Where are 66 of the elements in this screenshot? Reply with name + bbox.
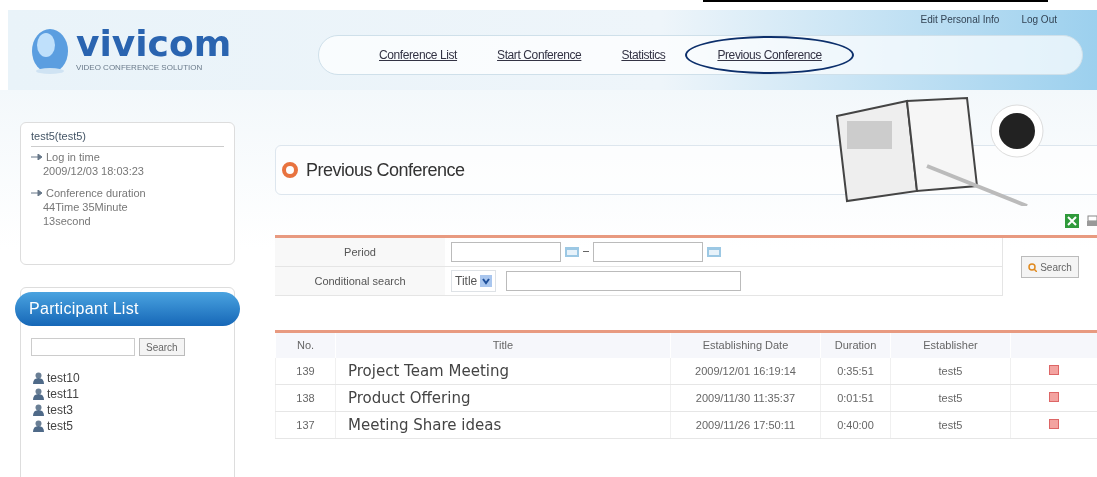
table-cell: test5 <box>890 384 1011 412</box>
logo: vivicom <box>76 26 232 62</box>
table-cell: Meeting Share ideas <box>335 411 671 439</box>
participant-name[interactable]: test10 <box>47 369 80 387</box>
table-cell: test5 <box>890 357 1011 385</box>
nav-link[interactable]: Start Conference <box>477 42 602 68</box>
user-icon <box>33 420 44 432</box>
table-cell: Project Team Meeting <box>335 357 671 385</box>
participant-name[interactable]: test11 <box>47 385 79 403</box>
delete-icon[interactable] <box>1049 418 1059 429</box>
info-label: Log in time <box>46 150 100 164</box>
search-button[interactable]: Search <box>139 338 185 356</box>
search-button[interactable]: Search <box>1021 256 1079 278</box>
field-label: Conditional search <box>275 267 445 296</box>
delete-icon[interactable] <box>1049 364 1059 375</box>
table-cell: 139 <box>275 357 336 385</box>
table-cell: 2009/11/26 17:50:11 <box>670 411 821 439</box>
table-cell: Product Offering <box>335 384 671 412</box>
column-header: Duration <box>820 331 891 358</box>
field-label: Period <box>275 238 445 267</box>
table-cell: 137 <box>275 411 336 439</box>
calendar-icon[interactable] <box>565 247 579 257</box>
top-link[interactable]: Log Out <box>1021 12 1057 27</box>
table-cell: 0:35:51 <box>820 357 891 385</box>
calendar-icon[interactable] <box>707 247 721 257</box>
date-field[interactable] <box>451 242 561 262</box>
top-link[interactable]: Edit Personal Info <box>920 12 1000 27</box>
printer-icon[interactable] <box>1087 214 1097 228</box>
column-header: No. <box>275 331 336 358</box>
table-cell: 2009/12/01 16:19:14 <box>670 357 821 385</box>
table-cell: 0:40:00 <box>820 411 891 439</box>
user-icon <box>33 372 44 384</box>
search-field[interactable] <box>506 271 742 291</box>
tagline: VIDEO CONFERENCE SOLUTION <box>76 62 204 74</box>
nav-link[interactable]: Statistics <box>601 42 686 68</box>
user-name: test5(test5) <box>31 129 224 147</box>
delete-icon[interactable] <box>1049 391 1059 402</box>
arrow-icon <box>31 190 43 196</box>
search-icon <box>1028 262 1038 272</box>
info-label: Conference duration <box>46 186 146 200</box>
table-cell: 138 <box>275 384 336 412</box>
column-header: Establisher <box>890 331 1011 358</box>
column-header: Title <box>335 331 671 358</box>
select-value: Title <box>455 273 478 290</box>
date-field[interactable] <box>593 242 703 262</box>
bullet-icon <box>282 162 298 178</box>
info-value: 2009/12/03 18:03:23 <box>42 164 145 178</box>
nav-link[interactable]: Conference List <box>359 42 478 68</box>
nav-link[interactable]: Previous Conference <box>685 36 854 74</box>
page-title: Previous Conference <box>306 158 465 182</box>
table-cell: test5 <box>890 411 1011 439</box>
column-header: Establishing Date <box>670 331 821 358</box>
info-value: 44Time 35Minute 13second <box>42 200 129 228</box>
table-cell: 0:01:51 <box>820 384 891 412</box>
search-field[interactable] <box>31 338 135 356</box>
participant-name[interactable]: test5 <box>47 417 73 435</box>
participant-name[interactable]: test3 <box>47 401 73 419</box>
arrow-icon <box>31 154 43 160</box>
dash-icon <box>583 251 589 253</box>
select-dropdown[interactable]: Title <box>451 270 497 292</box>
spreadsheet-icon[interactable] <box>1065 214 1079 228</box>
panel-header: Participant List <box>15 292 240 326</box>
user-icon <box>33 388 44 400</box>
user-icon <box>33 404 44 416</box>
table-cell: 2009/11/30 11:35:37 <box>670 384 821 412</box>
dropdown-icon <box>480 275 493 287</box>
